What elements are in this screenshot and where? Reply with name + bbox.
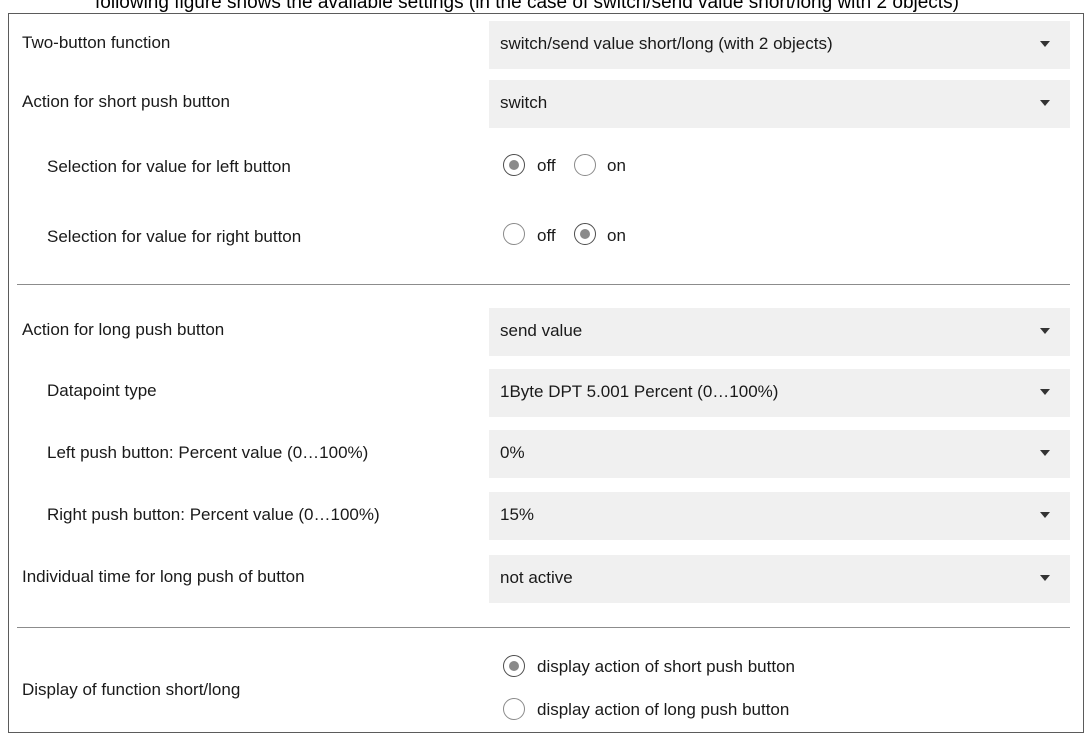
long-action-value: send value — [500, 321, 583, 340]
left-percent-value: 0% — [500, 443, 525, 462]
two-button-function-value: switch/send value short/long (with 2 obj… — [500, 34, 833, 53]
left-value-off-label: off — [537, 156, 556, 175]
individual-time-dropdown[interactable]: not active — [489, 555, 1070, 603]
two-button-function-dropdown[interactable]: switch/send value short/long (with 2 obj… — [489, 21, 1070, 69]
chevron-down-icon — [1040, 512, 1050, 518]
right-value-on-label: on — [607, 226, 626, 245]
long-action-dropdown[interactable]: send value — [489, 308, 1070, 356]
chevron-down-icon — [1040, 328, 1050, 334]
right-value-label: Selection for value for right button — [47, 227, 302, 246]
display-function-label: Display of function short/long — [22, 680, 241, 699]
chevron-down-icon — [1040, 100, 1050, 106]
display-long-label: display action of long push button — [537, 700, 790, 719]
individual-time-value: not active — [500, 568, 573, 587]
short-action-label: Action for short push button — [22, 92, 230, 111]
right-value-off-radio[interactable] — [503, 223, 525, 245]
left-value-on-label: on — [607, 156, 626, 175]
caption-text-cropped: following figure shows the available set… — [95, 0, 959, 13]
right-value-on-radio[interactable] — [574, 223, 596, 245]
left-value-on-radio[interactable] — [574, 154, 596, 176]
long-action-label: Action for long push button — [22, 320, 225, 339]
left-percent-label: Left push button: Percent value (0…100%) — [47, 443, 369, 462]
left-percent-dropdown[interactable]: 0% — [489, 430, 1070, 478]
chevron-down-icon — [1040, 575, 1050, 581]
chevron-down-icon — [1040, 389, 1050, 395]
datapoint-type-label: Datapoint type — [47, 381, 157, 400]
right-percent-dropdown[interactable]: 15% — [489, 492, 1070, 540]
two-button-function-label: Two-button function — [22, 33, 171, 52]
section-divider — [17, 284, 1070, 285]
chevron-down-icon — [1040, 450, 1050, 456]
right-value-off-label: off — [537, 226, 556, 245]
section-divider — [17, 627, 1070, 628]
right-percent-value: 15% — [500, 505, 535, 524]
left-value-label: Selection for value for left button — [47, 157, 291, 176]
short-action-dropdown[interactable]: switch — [489, 80, 1070, 128]
datapoint-type-value: 1Byte DPT 5.001 Percent (0…100%) — [500, 382, 779, 401]
datapoint-type-dropdown[interactable]: 1Byte DPT 5.001 Percent (0…100%) — [489, 369, 1070, 417]
chevron-down-icon — [1040, 41, 1050, 47]
short-action-value: switch — [500, 93, 548, 112]
display-short-radio[interactable] — [503, 655, 525, 677]
display-long-radio[interactable] — [503, 698, 525, 720]
individual-time-label: Individual time for long push of button — [22, 567, 305, 586]
right-percent-label: Right push button: Percent value (0…100%… — [47, 505, 380, 524]
display-short-label: display action of short push button — [537, 657, 795, 676]
left-value-off-radio[interactable] — [503, 154, 525, 176]
